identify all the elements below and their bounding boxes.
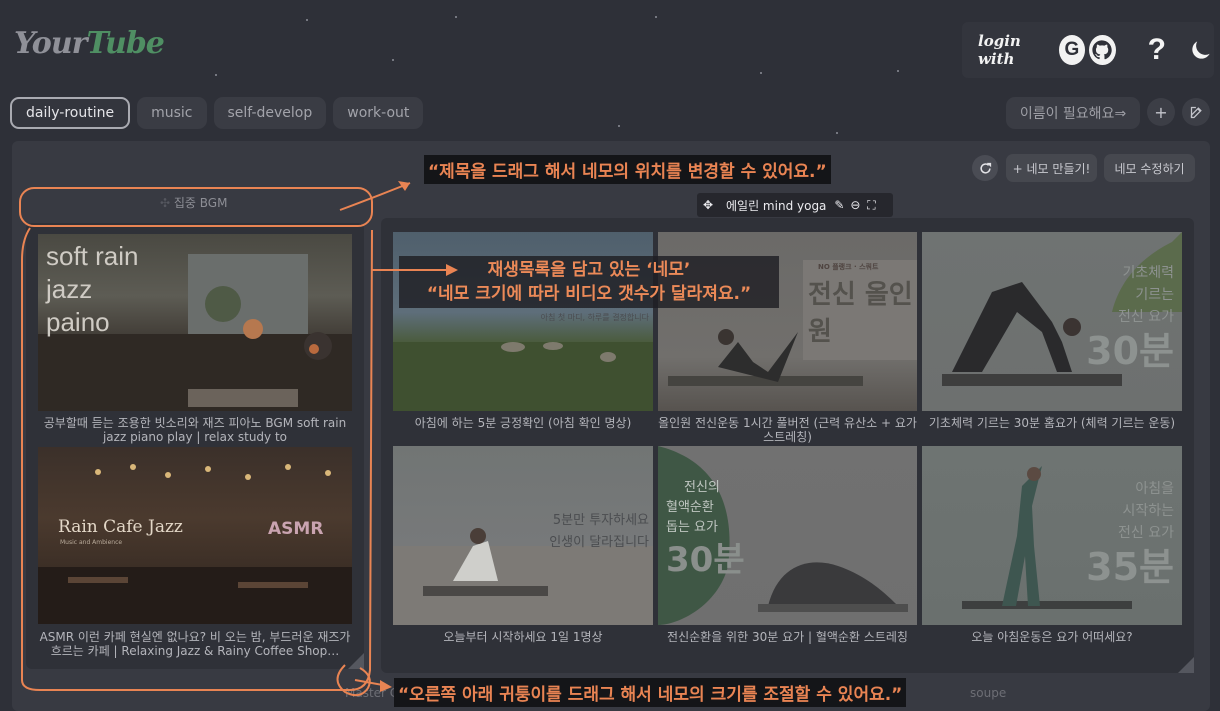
background-star <box>836 132 838 134</box>
thumbnail-line: 혈액순환 <box>666 500 714 515</box>
right-box-title[interactable]: ✥ 에일린 mind yoga ✎ ⊖ ⛶ <box>697 193 893 217</box>
edit-tab-button[interactable] <box>1182 98 1210 126</box>
thumbnail-line: jazz <box>46 274 93 304</box>
thumbnail-line: soft rain <box>46 241 139 271</box>
move-icon: ✣ <box>160 196 174 210</box>
background-star <box>618 125 620 127</box>
tab-music[interactable]: music <box>137 97 207 129</box>
video-thumbnail[interactable]: 전신의 혈액순환 돕는 요가 30분 <box>658 446 917 625</box>
thumbnail-text: Rain Cafe Jazz <box>58 517 183 537</box>
login-label: login with <box>978 32 1021 68</box>
background-star <box>306 19 308 21</box>
plus-icon: + <box>1154 102 1168 122</box>
fullscreen-icon[interactable]: ⛶ <box>863 197 879 213</box>
category-tabs: daily-routine music self-develop work-ou… <box>10 97 424 129</box>
video-caption[interactable]: 오늘 아침운동은 요가 어떠세요? <box>922 630 1182 644</box>
thumbnail-line: 기르는 <box>1135 287 1174 303</box>
header-actions: login with G ? <box>962 22 1214 78</box>
left-box-title-text: 집중 BGM <box>173 196 228 210</box>
thumbnail-line: 35분 <box>1086 545 1174 589</box>
video-caption[interactable]: 전신순환을 위한 30분 요가 | 혈액순환 스트레칭 <box>658 630 917 644</box>
add-tab-button[interactable]: + <box>1147 98 1175 126</box>
tab-self-develop[interactable]: self-develop <box>213 97 327 129</box>
refresh-icon <box>979 162 991 174</box>
thumbnail-text: 아침 첫 마디, 하루를 결정합니다 <box>540 313 649 322</box>
tab-daily-routine[interactable]: daily-routine <box>10 97 131 129</box>
thumbnail-line: 전신 요가 <box>1118 309 1174 325</box>
thumbnail-text: 전신 올인원 <box>808 280 913 347</box>
thumbnail-line: 돕는 요가 <box>666 520 718 535</box>
create-box-button[interactable]: + 네모 만들기! <box>1006 154 1097 182</box>
video-caption[interactable]: 기초체력 기르는 30분 홈요가 (체력 기르는 운동) <box>922 416 1182 430</box>
remove-box-icon[interactable]: ⊖ <box>847 197 863 213</box>
thumbnail-text: 전신의 혈액순환 돕는 요가 30분 <box>666 478 745 582</box>
video-caption[interactable]: 공부할때 듣는 조용한 빗소리와 재즈 피아노 BGM soft rain ja… <box>38 416 352 444</box>
google-icon: G <box>1064 39 1080 60</box>
thumbnail-line: 전신 요가 <box>1118 525 1174 541</box>
thumbnail-line: 30분 <box>1086 329 1174 373</box>
video-caption[interactable]: ASMR 이런 카페 현실엔 없나요? 비 오는 밤, 부드러운 재즈가 흐르는… <box>38 630 352 658</box>
google-login-button[interactable]: G <box>1058 35 1086 65</box>
thumbnail-text: 아침을 시작하는 전신 요가 35분 <box>1086 478 1174 590</box>
resize-handle[interactable] <box>1178 657 1194 673</box>
video-caption[interactable]: 아침에 하는 5분 긍정확인 (아침 확인 명상) <box>393 416 653 430</box>
annotation-line: “네모 크기에 따라 비디오 갯수가 달라져요.” <box>426 284 752 304</box>
video-caption[interactable]: 오늘부터 시작하세요 1일 1명상 <box>393 630 653 644</box>
thumbnail-text: Music and Ambience <box>60 539 123 546</box>
move-icon: ✥ <box>702 198 714 212</box>
thumbnail-line: 기초체력 <box>1122 265 1174 281</box>
thumbnail-line: 전신의 <box>684 480 720 495</box>
thumbnail-text: 5분만 투자하세요 인생이 달라집니다 <box>549 510 649 554</box>
thumbnail-text: NO 플랭크 · 스쿼트 <box>818 263 879 271</box>
thumbnail-text: ASMR <box>268 519 324 539</box>
thumbnail-line: 시작하는 <box>1122 503 1174 519</box>
annotation-line: 재생목록을 담고 있는 ‘네모’ <box>487 260 691 280</box>
logo-tube: Tube <box>86 26 164 61</box>
video-thumbnail[interactable]: 아침을 시작하는 전신 요가 35분 <box>922 446 1182 625</box>
help-button[interactable]: ? <box>1148 33 1166 67</box>
video-caption[interactable]: 올인원 전신운동 1시간 풀버전 (근력 유산소 + 요가 스트레칭) <box>658 416 917 444</box>
dark-mode-toggle[interactable] <box>1188 37 1214 63</box>
background-star <box>897 70 899 72</box>
video-thumbnail[interactable]: soft rain jazz paino <box>38 234 352 411</box>
bottom-box-title[interactable]: soupe <box>970 686 1006 700</box>
background-star <box>392 59 394 61</box>
right-box-title-text: 에일린 mind yoga <box>726 198 827 213</box>
refresh-button[interactable] <box>972 155 998 181</box>
edit-boxes-button[interactable]: 네모 수정하기 <box>1104 154 1195 182</box>
github-login-button[interactable] <box>1089 35 1116 65</box>
thumbnail-text: 기초체력 기르는 전신 요가 30분 <box>1086 262 1174 374</box>
thumbnail-line: 5분만 투자하세요 <box>552 513 649 528</box>
tab-work-out[interactable]: work-out <box>333 97 424 129</box>
thumbnail-line: paino <box>46 307 110 337</box>
logo-your: Your <box>14 26 87 61</box>
background-star <box>655 16 657 18</box>
edit-icon <box>1190 106 1202 118</box>
left-box-title[interactable]: ✣ 집중 BGM <box>160 194 227 211</box>
background-star <box>215 74 217 76</box>
video-thumbnail[interactable]: 기초체력 기르는 전신 요가 30분 <box>922 232 1182 411</box>
thumbnail-line: 30분 <box>666 540 745 580</box>
github-icon <box>1092 40 1113 60</box>
background-star <box>455 16 457 18</box>
video-thumbnail[interactable]: Rain Cafe Jazz Music and Ambience ASMR <box>38 447 352 624</box>
video-thumbnail[interactable]: 5분만 투자하세요 인생이 달라집니다 <box>393 446 653 625</box>
app-logo[interactable]: YourTube <box>14 26 165 61</box>
annotation-box-description: 재생목록을 담고 있는 ‘네모’ “네모 크기에 따라 비디오 갯수가 달라져요… <box>399 256 779 308</box>
name-required-button[interactable]: 이름이 필요해요⇒ <box>1006 97 1140 129</box>
annotation-resize: “오른쪽 아래 귀퉁이를 드래그 해서 네모의 크기를 조절할 수 있어요.” <box>394 678 907 707</box>
edit-title-icon[interactable]: ✎ <box>831 197 847 213</box>
thumbnail-line: 인생이 달라집니다 <box>549 535 649 550</box>
moon-icon <box>1192 41 1210 59</box>
thumbnail-line: 아침을 <box>1135 481 1174 497</box>
annotation-drag-title: “제목을 드래그 해서 네모의 위치를 변경할 수 있어요.” <box>424 155 831 184</box>
thumbnail-text: soft rain jazz paino <box>46 240 139 339</box>
background-star <box>760 72 762 74</box>
